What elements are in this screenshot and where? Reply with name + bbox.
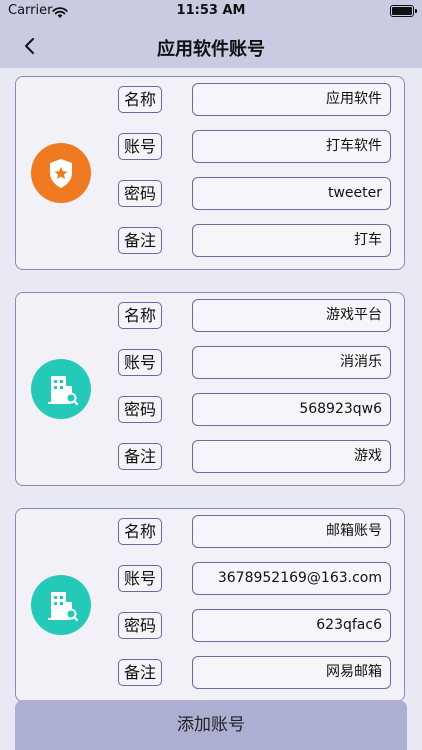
- password-label: 密码: [118, 612, 162, 639]
- name-label: 名称: [118, 86, 162, 113]
- password-field[interactable]: 568923qw6: [192, 393, 391, 426]
- note-field[interactable]: 打车: [192, 224, 391, 257]
- note-label: 备注: [118, 227, 162, 254]
- account-card: 名称 应用软件 账号 打车软件 密码 tweeter 备注 打车: [15, 76, 405, 270]
- note-field[interactable]: 游戏: [192, 440, 391, 473]
- status-time: 11:53 AM: [176, 3, 246, 18]
- shield-star-icon: [31, 143, 91, 203]
- password-label: 密码: [118, 396, 162, 423]
- building-search-icon: [31, 575, 91, 635]
- account-label: 账号: [118, 565, 162, 592]
- account-card: 名称 邮箱账号 账号 3678952169@163.com 密码 623qfac…: [15, 508, 405, 702]
- name-field[interactable]: 应用软件: [192, 83, 391, 116]
- status-bar: Carrier 11:53 AM: [0, 0, 422, 24]
- name-label: 名称: [118, 518, 162, 545]
- name-field[interactable]: 游戏平台: [192, 299, 391, 332]
- account-label: 账号: [118, 349, 162, 376]
- battery-icon: [390, 5, 417, 17]
- add-account-button[interactable]: 添加账号: [15, 700, 407, 750]
- note-field[interactable]: 网易邮箱: [192, 656, 391, 689]
- password-field[interactable]: 623qfac6: [192, 609, 391, 642]
- note-label: 备注: [118, 443, 162, 470]
- navigation-bar: 应用软件账号: [0, 24, 422, 68]
- account-card: 名称 游戏平台 账号 消消乐 密码 568923qw6 备注 游戏: [15, 292, 405, 486]
- account-field[interactable]: 消消乐: [192, 346, 391, 379]
- account-label: 账号: [118, 133, 162, 160]
- building-search-icon: [31, 359, 91, 419]
- account-field[interactable]: 打车软件: [192, 130, 391, 163]
- account-field[interactable]: 3678952169@163.com: [192, 562, 391, 595]
- page-title: 应用软件账号: [157, 39, 265, 60]
- password-label: 密码: [118, 180, 162, 207]
- name-field[interactable]: 邮箱账号: [192, 515, 391, 548]
- name-label: 名称: [118, 302, 162, 329]
- note-label: 备注: [118, 659, 162, 686]
- password-field[interactable]: tweeter: [192, 177, 391, 210]
